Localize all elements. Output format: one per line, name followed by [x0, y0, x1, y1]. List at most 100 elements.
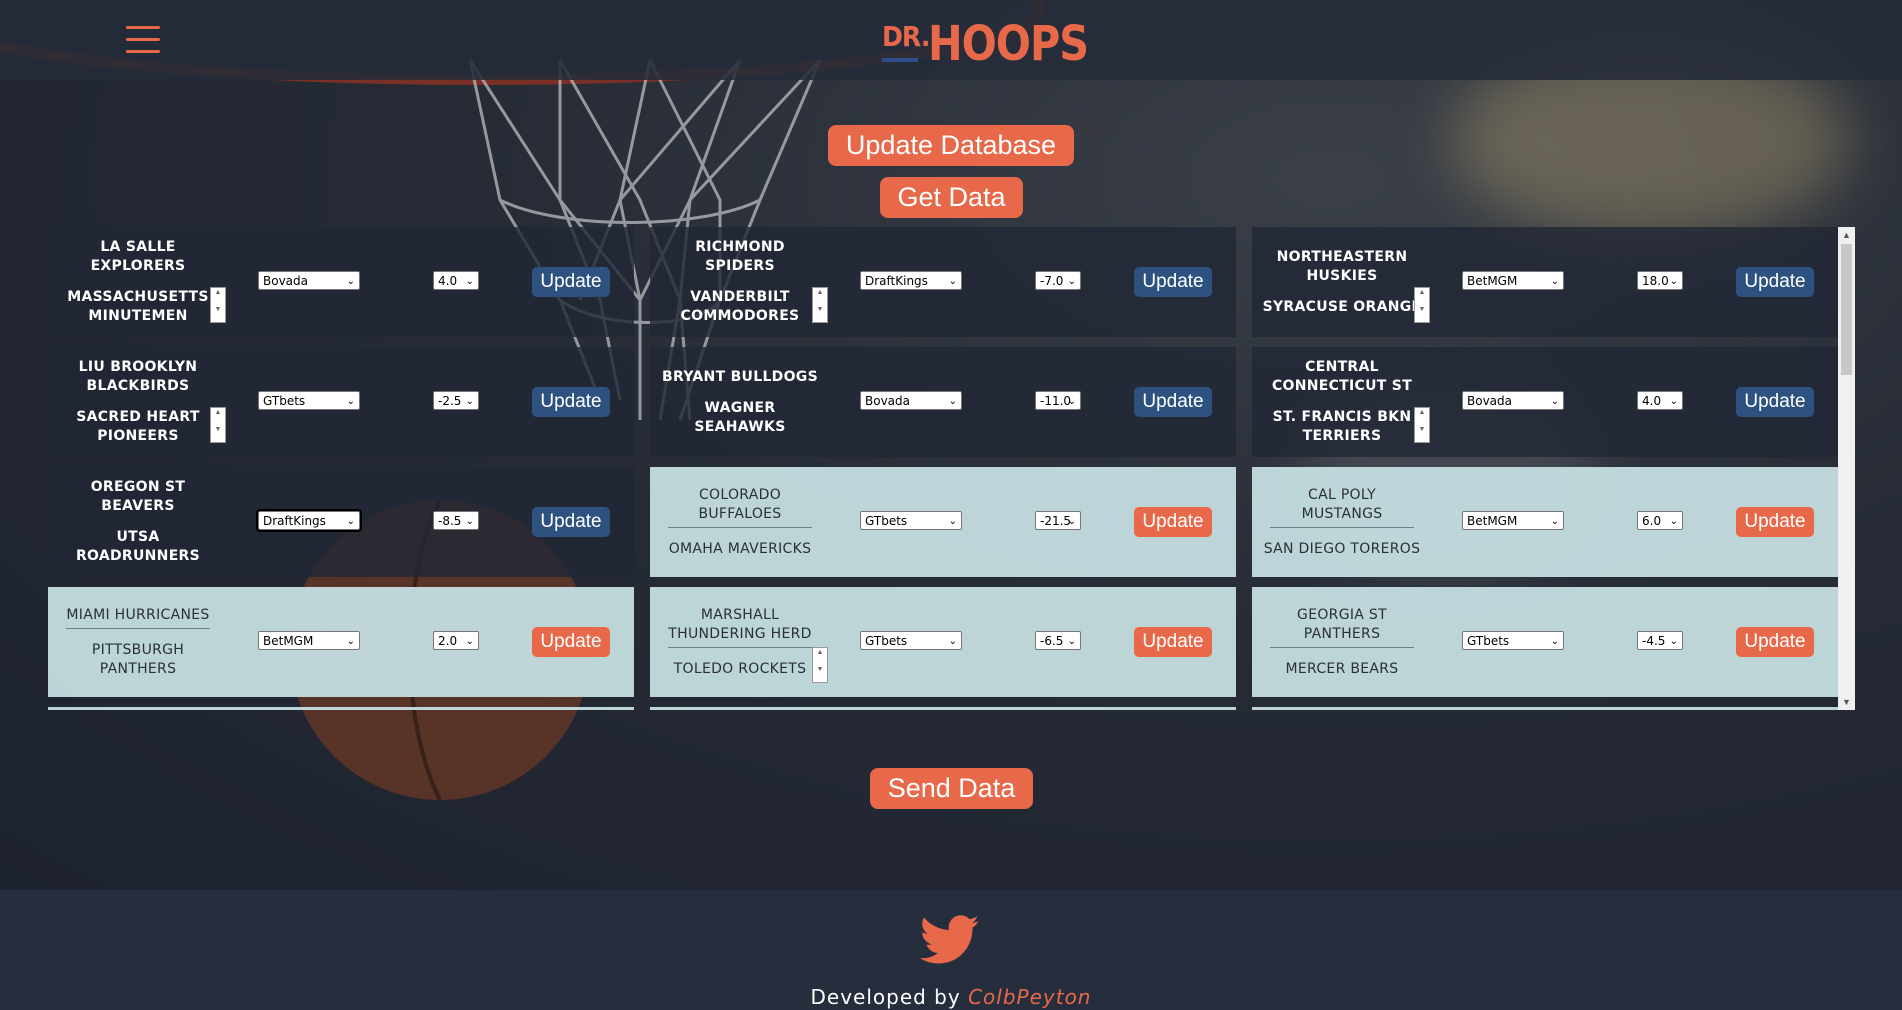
spread-select[interactable]: -7.0 ⌄: [1035, 271, 1081, 290]
sportsbook-select-value: BetMGM: [1467, 274, 1518, 288]
author-link[interactable]: ColbPeyton: [968, 985, 1091, 1009]
spread-select[interactable]: -8.5 ⌄: [433, 511, 479, 530]
spread-select[interactable]: -4.5 ⌄: [1637, 631, 1683, 650]
matchup-teams: CAL POLY MUSTANGS SAN DIEGO TOREROS: [1262, 467, 1422, 577]
spinner-up-icon[interactable]: ▲: [211, 408, 225, 425]
update-game-button[interactable]: Update: [1736, 627, 1814, 657]
spread-select[interactable]: -21.5 ⌄: [1035, 511, 1081, 530]
scrollbar-thumb[interactable]: [1841, 244, 1852, 375]
twitter-bird-icon[interactable]: [920, 915, 980, 965]
game-card-partial: [48, 707, 634, 710]
away-team-name: GEORGIA ST PANTHERS: [1270, 606, 1414, 648]
chevron-down-icon: ⌄: [465, 516, 474, 527]
send-data-button[interactable]: Send Data: [870, 768, 1033, 809]
chevron-down-icon: ⌄: [1550, 276, 1559, 287]
home-team-name: SACRED HEART PIONEERS: [76, 409, 200, 444]
game-card: GEORGIA ST PANTHERS MERCER BEARS GTbets ⌄ -4…: [1252, 587, 1838, 697]
get-data-button[interactable]: Get Data: [880, 177, 1023, 218]
update-game-button[interactable]: Update: [532, 267, 610, 297]
chevron-down-icon: ⌄: [1067, 516, 1076, 527]
scroll-up-arrow-icon[interactable]: ▲: [1842, 230, 1851, 240]
spinner-down-icon[interactable]: ▼: [1415, 425, 1429, 442]
chevron-down-icon: ⌄: [1550, 516, 1559, 527]
away-team-name: CAL POLY MUSTANGS: [1270, 486, 1414, 528]
matchup-teams: MARSHALL THUNDERING HERD TOLEDO ROCKETS: [660, 587, 820, 697]
home-team-name: VANDERBILT COMMODORES: [680, 289, 800, 324]
home-team-name: TOLEDO ROCKETS: [673, 660, 807, 677]
update-game-button[interactable]: Update: [1736, 387, 1814, 417]
sportsbook-select[interactable]: BetMGM ⌄: [1462, 511, 1564, 530]
games-grid[interactable]: LA SALLE EXPLORERS MASSACHUSETTS MINUTEME…: [48, 227, 1855, 710]
spinner-up-icon[interactable]: ▲: [813, 288, 827, 305]
spinner-down-icon[interactable]: ▼: [1415, 305, 1429, 322]
spinner-down-icon[interactable]: ▼: [813, 305, 827, 322]
spread-select-value: -6.5: [1040, 634, 1064, 648]
home-team-name: MASSACHUSETTS MINUTEMEN: [67, 289, 209, 324]
update-game-button[interactable]: Update: [1134, 387, 1212, 417]
spinner-up-icon[interactable]: ▲: [1415, 408, 1429, 425]
chevron-down-icon: ⌄: [465, 276, 474, 287]
matchup-teams: LA SALLE EXPLORERS MASSACHUSETTS MINUTEME…: [58, 227, 218, 337]
update-game-button[interactable]: Update: [1134, 507, 1212, 537]
sportsbook-select[interactable]: Bovada ⌄: [860, 391, 962, 410]
sportsbook-select[interactable]: Bovada ⌄: [1462, 391, 1564, 410]
spread-select[interactable]: 18.0 ⌄: [1637, 271, 1683, 290]
spread-select[interactable]: 2.0 ⌄: [433, 631, 479, 650]
home-team-name: WAGNER SEAHAWKS: [694, 399, 786, 435]
team-name-scroll-spinner[interactable]: ▲ ▼: [812, 647, 828, 683]
chevron-down-icon: ⌄: [948, 636, 957, 647]
logo-hoops-text: HOOPS: [928, 14, 1089, 72]
sportsbook-select[interactable]: GTbets ⌄: [860, 631, 962, 650]
update-game-button[interactable]: Update: [1736, 267, 1814, 297]
sportsbook-select[interactable]: BetMGM ⌄: [1462, 271, 1564, 290]
update-game-button[interactable]: Update: [532, 627, 610, 657]
sportsbook-select[interactable]: BetMGM ⌄: [258, 631, 360, 650]
update-game-button[interactable]: Update: [532, 387, 610, 417]
spread-select[interactable]: -6.5 ⌄: [1035, 631, 1081, 650]
scroll-down-arrow-icon[interactable]: ▼: [1842, 697, 1851, 707]
spread-select-value: -21.5: [1040, 514, 1072, 528]
spread-select[interactable]: -2.5 ⌄: [433, 391, 479, 410]
team-name-scroll-spinner[interactable]: ▲ ▼: [210, 287, 226, 323]
sportsbook-select[interactable]: DraftKings ⌄: [860, 271, 962, 290]
spinner-down-icon[interactable]: ▼: [211, 305, 225, 322]
away-team-name: OREGON ST BEAVERS: [90, 479, 186, 514]
chevron-down-icon: ⌄: [948, 276, 957, 287]
sportsbook-select[interactable]: GTbets ⌄: [860, 511, 962, 530]
spinner-up-icon[interactable]: ▲: [1415, 288, 1429, 305]
developed-by-label: Developed by: [810, 985, 961, 1009]
spread-select-value: 6.0: [1642, 514, 1662, 528]
update-database-button[interactable]: Update Database: [828, 125, 1074, 166]
spinner-down-icon[interactable]: ▼: [813, 665, 827, 682]
sportsbook-select-value: DraftKings: [263, 514, 326, 528]
spread-select[interactable]: 6.0 ⌄: [1637, 511, 1683, 530]
spread-select-value: 2.0: [438, 634, 458, 648]
spinner-up-icon[interactable]: ▲: [813, 648, 827, 665]
update-game-button[interactable]: Update: [1134, 627, 1212, 657]
team-name-scroll-spinner[interactable]: ▲ ▼: [1414, 407, 1430, 443]
chevron-down-icon: ⌄: [346, 516, 355, 527]
game-card: LIU BROOKLYN BLACKBIRDS SACRED HEART PION…: [48, 347, 634, 457]
team-name-scroll-spinner[interactable]: ▲ ▼: [1414, 287, 1430, 323]
sportsbook-select-value: GTbets: [865, 634, 908, 648]
sportsbook-select[interactable]: DraftKings ⌄: [256, 509, 362, 532]
team-name-scroll-spinner[interactable]: ▲ ▼: [812, 287, 828, 323]
update-game-button[interactable]: Update: [1134, 267, 1212, 297]
update-game-button[interactable]: Update: [1736, 507, 1814, 537]
spinner-up-icon[interactable]: ▲: [211, 288, 225, 305]
spinner-down-icon[interactable]: ▼: [211, 425, 225, 442]
spread-select[interactable]: 4.0 ⌄: [1637, 391, 1683, 410]
hamburger-menu-icon[interactable]: [126, 26, 160, 56]
sportsbook-select[interactable]: GTbets ⌄: [258, 391, 360, 410]
matchup-teams: GEORGIA ST PANTHERS MERCER BEARS: [1262, 587, 1422, 697]
games-grid-scrollbar[interactable]: ▲ ▼: [1838, 227, 1855, 710]
home-team-name: OMAHA MAVERICKS: [668, 540, 812, 557]
update-game-button[interactable]: Update: [532, 507, 610, 537]
sportsbook-select-value: BetMGM: [263, 634, 314, 648]
spread-select[interactable]: 4.0 ⌄: [433, 271, 479, 290]
sportsbook-select[interactable]: Bovada ⌄: [258, 271, 360, 290]
sportsbook-select[interactable]: GTbets ⌄: [1462, 631, 1564, 650]
spread-select[interactable]: -11.0 ⌄: [1035, 391, 1081, 410]
chevron-down-icon: ⌄: [1067, 276, 1076, 287]
team-name-scroll-spinner[interactable]: ▲ ▼: [210, 407, 226, 443]
